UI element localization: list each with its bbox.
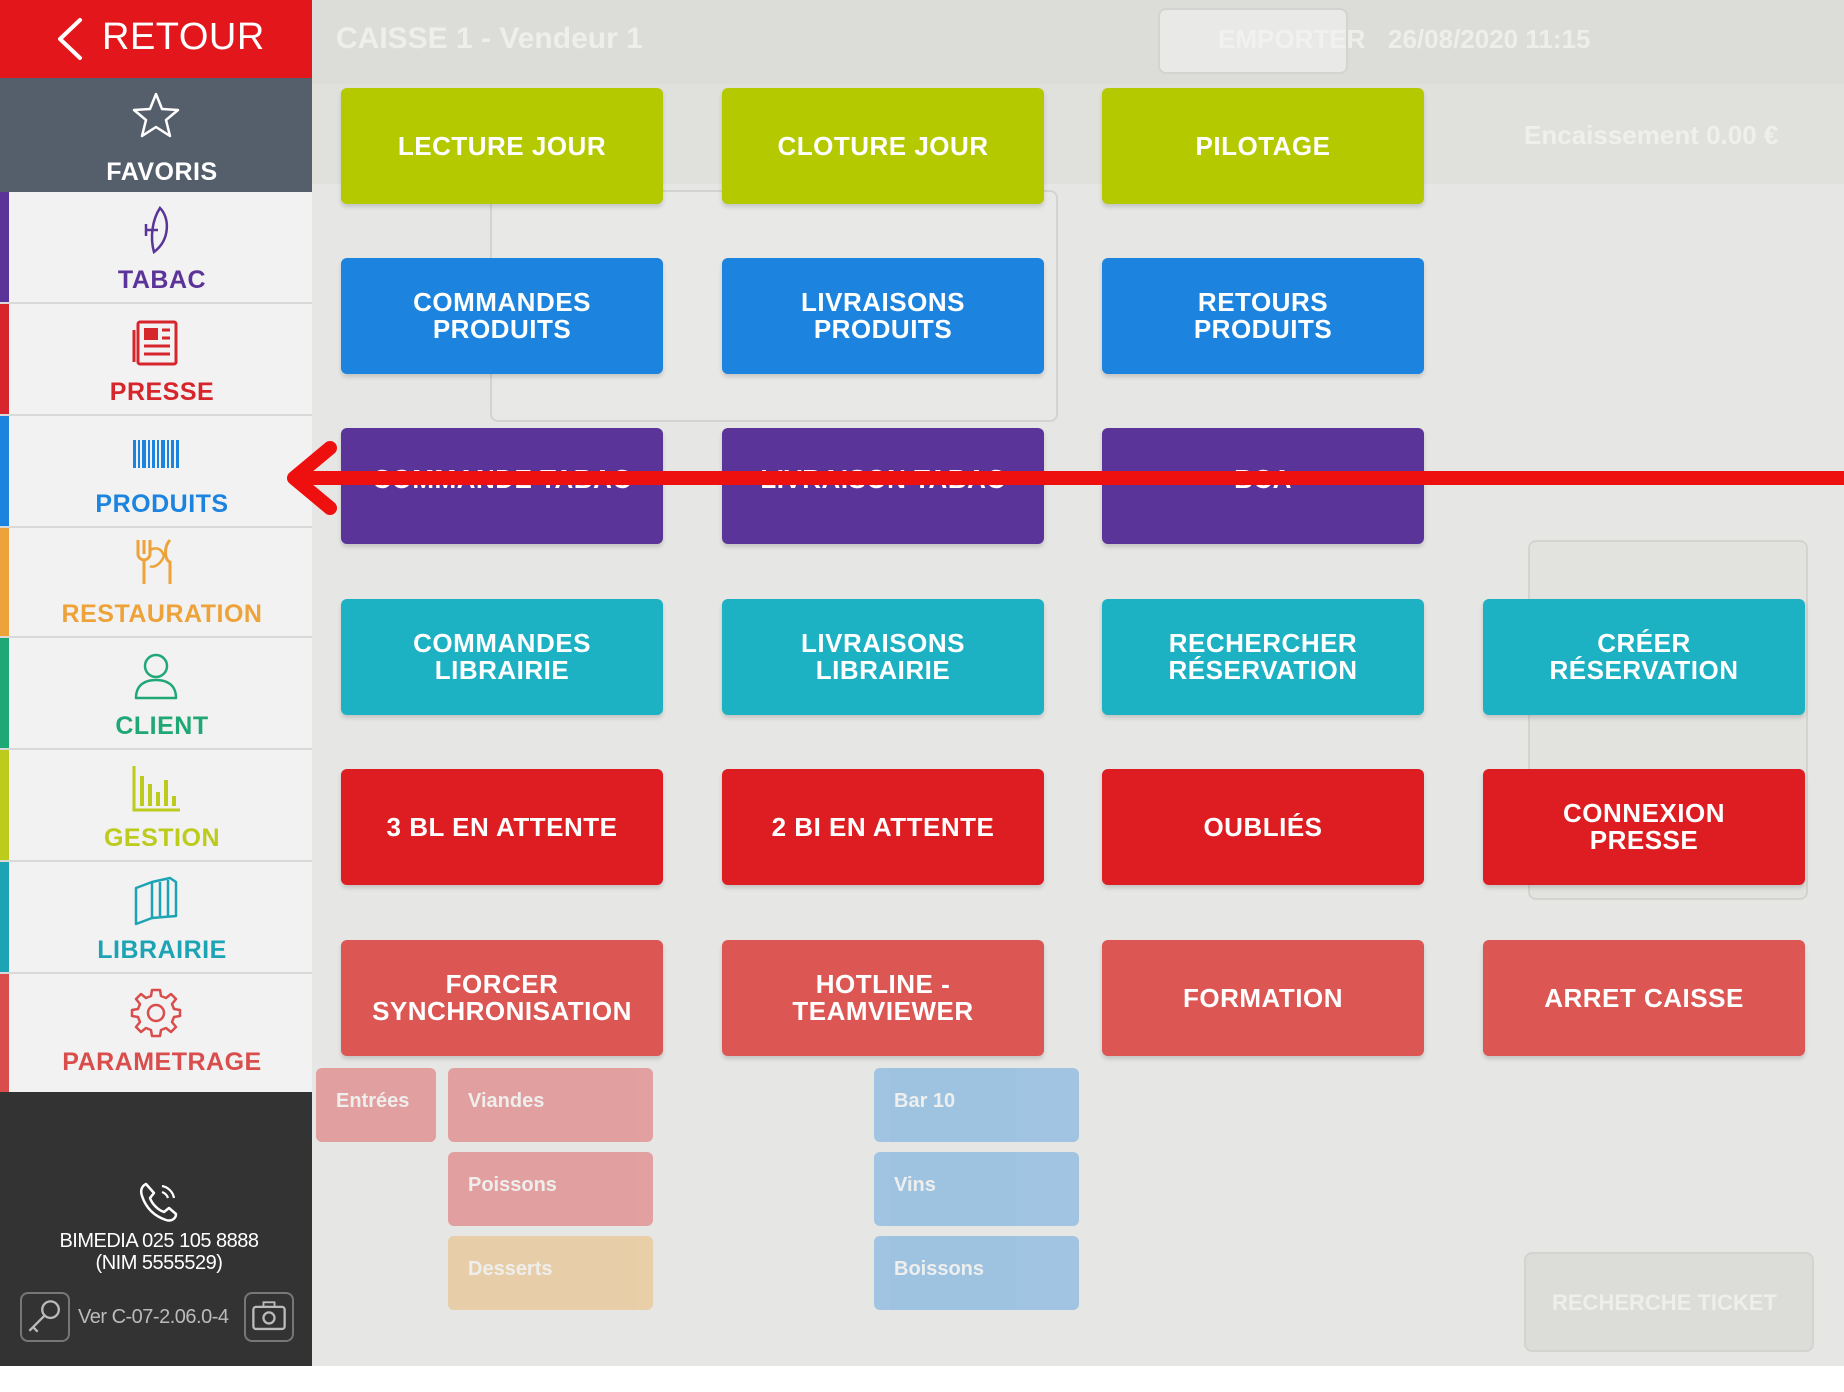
bg-tile: Boissons <box>874 1236 1079 1310</box>
livraisons-librairie-button[interactable]: LIVRAISONS LIBRAIRIE <box>722 599 1044 715</box>
bg-header-tab-label: EMPORTER <box>1218 24 1366 54</box>
bl-en-attente-button[interactable]: 3 BL EN ATTENTE <box>341 769 663 885</box>
creer-reservation-button[interactable]: CRÉER RÉSERVATION <box>1483 599 1805 715</box>
star-icon <box>132 92 180 138</box>
sidebar-item-label: PRESSE <box>109 378 215 406</box>
retours-produits-button[interactable]: RETOURS PRODUITS <box>1102 258 1424 374</box>
sidebar-footer: BIMEDIA 025 105 8888 (NIM 5555529) Ver C… <box>0 1092 312 1366</box>
bar-chart-icon <box>132 766 180 812</box>
tobacco-leaf-icon <box>144 206 168 255</box>
sidebar-item-label: RESTAURATION <box>61 600 263 628</box>
commandes-produits-button[interactable]: COMMANDES PRODUITS <box>341 258 663 374</box>
pilotage-button[interactable]: PILOTAGE <box>1102 88 1424 204</box>
sidebar-item-gestion[interactable]: GESTION <box>0 750 312 862</box>
hotline-teamviewer-button[interactable]: HOTLINE - TEAMVIEWER <box>722 940 1044 1056</box>
sidebar-item-label: PARAMETRAGE <box>62 1048 262 1076</box>
sidebar-item-tabac[interactable]: TABAC <box>0 192 312 304</box>
app-screen: CAISSE 1 - Vendeur 1 EMPORTER 26/08/2020… <box>0 0 1844 1366</box>
arret-caisse-button[interactable]: ARRET CAISSE <box>1483 940 1805 1056</box>
bg-subheader-text: Encaissement 0.00 € <box>1524 120 1779 150</box>
sidebar-item-label: TABAC <box>117 266 207 294</box>
bg-tile: Viandes <box>448 1068 653 1142</box>
bg-header-title: CAISSE 1 - Vendeur 1 <box>336 22 643 55</box>
sidebar-item-parametrage[interactable]: PARAMETRAGE <box>0 974 312 1092</box>
phone-icon <box>139 1182 178 1222</box>
livraison-tabac-button[interactable]: LIVRAISON TABAC <box>722 428 1044 544</box>
sidebar-item-client[interactable]: CLIENT <box>0 638 312 750</box>
gear-icon <box>130 988 182 1038</box>
tile-label: BCA <box>1234 466 1292 493</box>
key-button[interactable] <box>20 1292 70 1342</box>
tile-label: COMMANDE TABAC <box>372 466 632 493</box>
oublies-button[interactable]: OUBLIÉS <box>1102 769 1424 885</box>
bg-tile: Desserts <box>448 1236 653 1310</box>
back-button[interactable]: RETOUR <box>0 0 312 78</box>
cloture-jour-button[interactable]: CLOTURE JOUR <box>722 88 1044 204</box>
camera-button[interactable] <box>244 1292 294 1342</box>
sidebar-item-label: GESTION <box>103 824 220 852</box>
barcode-icon <box>133 440 179 468</box>
key-icon <box>28 1300 60 1333</box>
bg-search-ticket-label: RECHERCHE TICKET <box>1552 1290 1777 1315</box>
bg-tile: Vins <box>874 1152 1079 1226</box>
sidebar-item-librairie[interactable]: LIBRAIRIE <box>0 862 312 974</box>
sidebar-item-restauration[interactable]: RESTAURATION <box>0 528 312 638</box>
bg-tile: Entrées <box>316 1068 436 1142</box>
sidebar-item-label: CLIENT <box>115 712 209 740</box>
category-sidebar: RETOUR FAVORIS TABAC PRESSE PRODUITS RES… <box>0 0 312 1366</box>
sidebar-item-label: LIBRAIRIE <box>97 936 227 964</box>
cutlery-icon <box>136 538 172 584</box>
commandes-librairie-button[interactable]: COMMANDES LIBRAIRIE <box>341 599 663 715</box>
books-icon <box>134 876 178 926</box>
sidebar-item-label: PRODUITS <box>95 490 229 518</box>
support-nim: (NIM 5555529) <box>95 1252 223 1274</box>
livraisons-produits-button[interactable]: LIVRAISONS PRODUITS <box>722 258 1044 374</box>
forcer-synchronisation-button[interactable]: FORCER SYNCHRONISATION <box>341 940 663 1056</box>
back-label: RETOUR <box>102 16 265 58</box>
user-icon <box>134 653 178 700</box>
bg-header-date: 26/08/2020 11:15 <box>1388 24 1591 54</box>
support-contact: BIMEDIA 025 105 8888 (NIM 5555529) <box>0 1230 318 1274</box>
bg-tile: Poissons <box>448 1152 653 1226</box>
chevron-left-icon <box>58 18 82 60</box>
bca-button[interactable]: BCA <box>1102 428 1424 544</box>
tile-label: LIVRAISON TABAC <box>760 466 1006 493</box>
newspaper-icon <box>132 320 178 366</box>
version-label: Ver C-07-2.06.0-4 <box>78 1306 229 1328</box>
sidebar-item-produits[interactable]: PRODUITS <box>0 416 312 528</box>
bi-en-attente-button[interactable]: 2 BI EN ATTENTE <box>722 769 1044 885</box>
sidebar-item-presse[interactable]: PRESSE <box>0 304 312 416</box>
support-phone: BIMEDIA 025 105 8888 <box>59 1230 259 1252</box>
rechercher-reservation-button[interactable]: RECHERCHER RÉSERVATION <box>1102 599 1424 715</box>
sidebar-item-favoris[interactable]: FAVORIS <box>0 78 312 192</box>
formation-button[interactable]: FORMATION <box>1102 940 1424 1056</box>
connexion-presse-button[interactable]: CONNEXION PRESSE <box>1483 769 1805 885</box>
lecture-jour-button[interactable]: LECTURE JOUR <box>341 88 663 204</box>
commande-tabac-button[interactable]: COMMANDE TABAC <box>341 428 663 544</box>
sidebar-item-label: FAVORIS <box>106 158 218 186</box>
bg-tile: Bar 10 <box>874 1068 1079 1142</box>
camera-icon <box>252 1301 286 1331</box>
